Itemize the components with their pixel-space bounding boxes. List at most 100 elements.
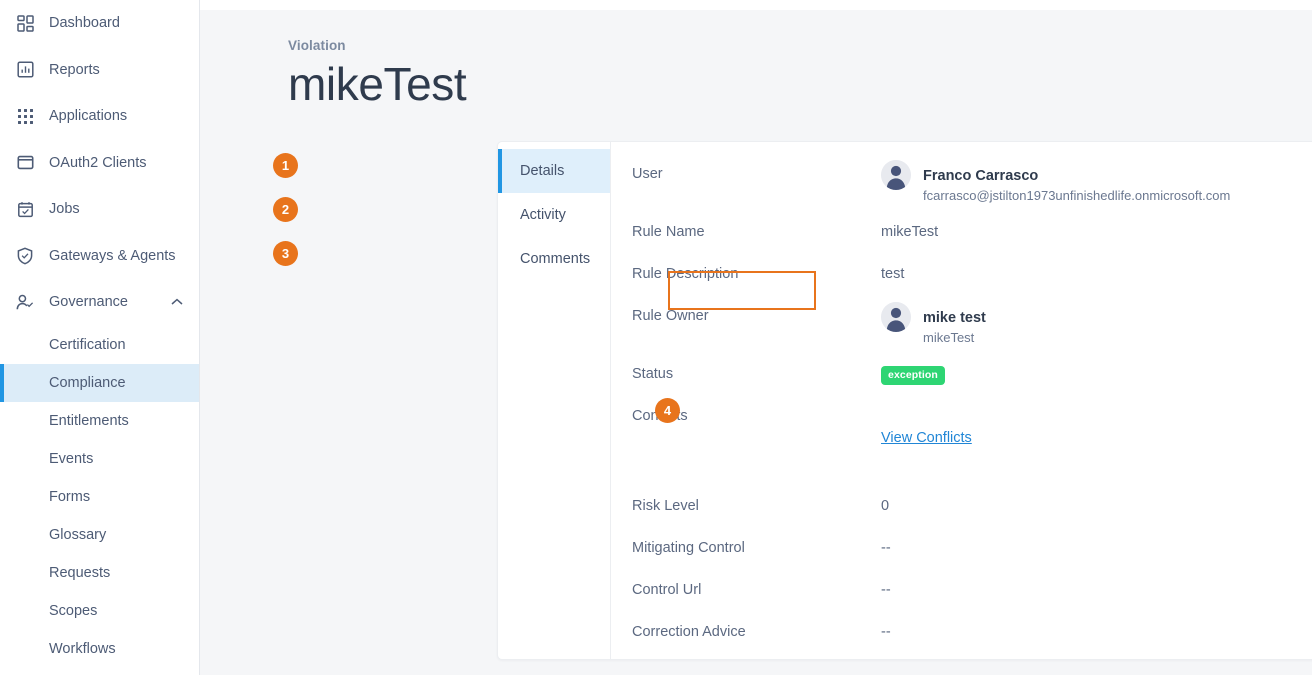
detail-value: -- [881, 582, 891, 598]
detail-label: Status [632, 366, 674, 382]
tab-activity[interactable]: Activity [498, 193, 610, 237]
avatar [881, 160, 911, 190]
violation-details-card: Details Activity Comments User Franco Ca… [497, 141, 1312, 660]
sidebar-item-label: Applications [49, 108, 128, 125]
sidebar-subitem-label: Workflows [49, 640, 116, 657]
sidebar-item-gateways-agents[interactable]: Gateways & Agents [0, 233, 199, 280]
tab-comments[interactable]: Comments [498, 237, 610, 281]
user-name: Franco Carrasco [923, 168, 1039, 184]
detail-label: User [632, 166, 663, 182]
sidebar-item-label: Jobs [49, 201, 80, 218]
sidebar-subitem-label: Events [49, 450, 94, 467]
sidebar-item-oauth2-clients[interactable]: OAuth2 Clients [0, 140, 199, 187]
detail-row-status: Status exception [611, 364, 1312, 406]
sidebar-subitem-entitlements[interactable]: Entitlements [0, 402, 199, 440]
status-badge: exception [881, 366, 945, 385]
owner-text: mike test mikeTest [923, 308, 986, 347]
view-conflicts-link[interactable]: View Conflicts [881, 430, 972, 446]
sidebar-subitem-label: Glossary [49, 526, 107, 543]
user-identity: Franco Carrasco fcarrasco@jstilton1973un… [881, 160, 1230, 205]
main-content: Violation mikeTest Details Activity Comm… [200, 0, 1312, 675]
detail-row-conflicts: Conflicts View Conflicts [611, 406, 1312, 496]
detail-label: Control Url [632, 582, 702, 598]
sidebar-subitem-label: Certification [49, 336, 126, 353]
owner-identity: mike test mikeTest [881, 302, 986, 347]
sidebar-item-label: Governance [49, 294, 128, 311]
detail-label: Risk Level [632, 498, 699, 514]
shield-check-icon [14, 245, 36, 267]
avatar [881, 302, 911, 332]
sidebar-item-label: Gateways & Agents [49, 247, 176, 264]
sidebar-item-applications[interactable]: Applications [0, 93, 199, 140]
detail-label: Mitigating Control [632, 540, 745, 556]
sidebar-item-governance[interactable]: Governance [0, 279, 199, 326]
sidebar-subitem-forms[interactable]: Forms [0, 478, 199, 516]
sidebar-subitem-workflows[interactable]: Workflows [0, 630, 199, 668]
sidebar-subitem-label: Compliance [49, 374, 126, 391]
detail-label: Rule Owner [632, 308, 709, 324]
applications-grid-icon [14, 105, 36, 127]
detail-value: 0 [881, 498, 890, 514]
sidebar-subitem-requests[interactable]: Requests [0, 554, 199, 592]
tab-details[interactable]: Details [498, 149, 610, 193]
owner-name: mike test [923, 310, 986, 326]
sidebar-item-label: Dashboard [49, 15, 120, 32]
page-header: Violation mikeTest [200, 0, 1312, 111]
sidebar-item-dashboard[interactable]: Dashboard [0, 0, 199, 47]
detail-value: mikeTest [881, 224, 939, 240]
user-check-icon [14, 291, 36, 313]
detail-value: View Conflicts [881, 406, 972, 446]
user-text: Franco Carrasco fcarrasco@jstilton1973un… [923, 166, 1230, 205]
app-root: Dashboard Reports Applications OAuth2 Cl… [0, 0, 1312, 675]
tab-list: Details Activity Comments [498, 142, 611, 659]
tab-label: Activity [520, 207, 566, 223]
detail-row-risk-level: Risk Level 0 [611, 496, 1312, 538]
window-icon [14, 152, 36, 174]
detail-row-correction-advice: Correction Advice -- [611, 622, 1312, 659]
detail-row-rule-owner: Rule Owner mike test mikeTest [611, 302, 1312, 364]
user-email: fcarrasco@jstilton1973unfinishedlife.onm… [923, 187, 1231, 203]
tab-label: Details [520, 163, 565, 179]
sidebar-subitem-events[interactable]: Events [0, 440, 199, 478]
detail-row-mitigating-control: Mitigating Control -- [611, 538, 1312, 580]
detail-label: Rule Description [632, 266, 739, 282]
breadcrumb: Violation [288, 38, 346, 53]
detail-row-control-url: Control Url -- [611, 580, 1312, 622]
page-title: mikeTest [288, 58, 467, 110]
detail-value: exception [881, 364, 945, 385]
annotation-badge-1: 1 [273, 153, 298, 178]
sidebar: Dashboard Reports Applications OAuth2 Cl… [0, 0, 200, 675]
sidebar-subitem-glossary[interactable]: Glossary [0, 516, 199, 554]
reports-icon [14, 59, 36, 81]
sidebar-subitem-compliance[interactable]: Compliance [0, 363, 199, 402]
detail-row-rule-name: Rule Name mikeTest [611, 222, 1312, 264]
detail-row-rule-description: Rule Description test [611, 264, 1312, 306]
details-pane: User Franco Carrasco fcarrasco@jstilton1… [611, 142, 1312, 659]
calendar-check-icon [14, 198, 36, 220]
sidebar-item-reports[interactable]: Reports [0, 47, 199, 94]
sidebar-subitem-scopes[interactable]: Scopes [0, 592, 199, 630]
detail-row-user: User Franco Carrasco fcarrasco@jstilton1… [611, 160, 1312, 222]
dashboard-icon [14, 12, 36, 34]
annotation-badge-4: 4 [655, 398, 680, 423]
detail-value: -- [881, 624, 891, 640]
detail-value: test [881, 266, 905, 282]
sidebar-subitem-label: Scopes [49, 602, 98, 619]
owner-sub: mikeTest [923, 329, 975, 345]
sidebar-subitem-label: Forms [49, 488, 91, 505]
chevron-up-icon[interactable] [171, 298, 183, 306]
sidebar-subitem-certification[interactable]: Certification [0, 326, 199, 364]
detail-value: Franco Carrasco fcarrasco@jstilton1973un… [881, 160, 1230, 205]
detail-label: Rule Name [632, 224, 705, 240]
detail-label: Correction Advice [632, 624, 746, 640]
sidebar-subitem-label: Entitlements [49, 412, 129, 429]
tab-label: Comments [520, 251, 591, 267]
detail-label: Conflicts [611, 406, 881, 424]
sidebar-subitem-label: Requests [49, 564, 111, 581]
annotation-badge-2: 2 [273, 197, 298, 222]
sidebar-item-label: Reports [49, 61, 100, 78]
detail-value: mike test mikeTest [881, 302, 986, 347]
detail-value: -- [881, 540, 891, 556]
annotation-badge-3: 3 [273, 241, 298, 266]
sidebar-item-jobs[interactable]: Jobs [0, 186, 199, 233]
